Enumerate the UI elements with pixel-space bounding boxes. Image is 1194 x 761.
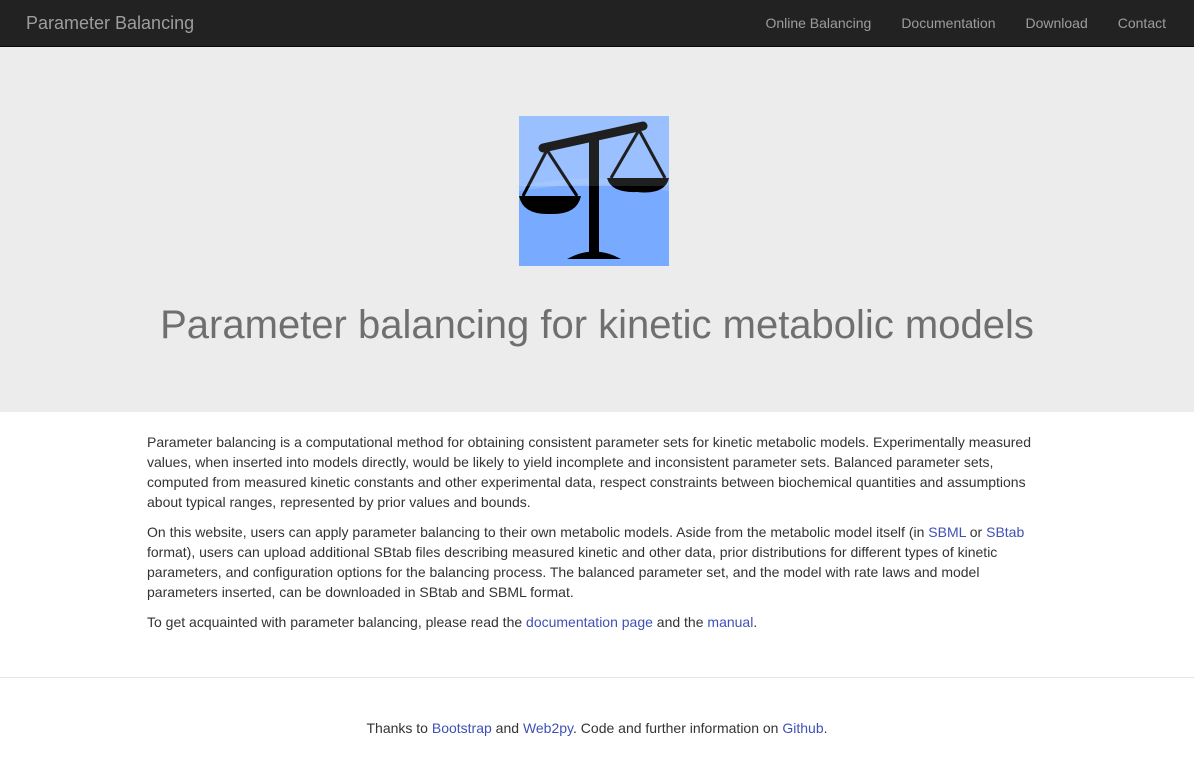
navbar: Parameter Balancing Online Balancing Doc… <box>0 0 1194 47</box>
nav-links: Online Balancing Documentation Download … <box>750 0 1194 47</box>
getting-started-text-c: . <box>753 614 758 630</box>
balance-scale-icon <box>519 116 669 266</box>
getting-started-paragraph: To get acquainted with parameter balanci… <box>147 612 1047 632</box>
sbml-link[interactable]: SBML <box>928 524 966 540</box>
nav-contact[interactable]: Contact <box>1103 0 1181 47</box>
intro-paragraph: Parameter balancing is a computational m… <box>147 434 1031 510</box>
nav-documentation[interactable]: Documentation <box>886 0 1010 47</box>
footer-text-d: . <box>823 720 828 736</box>
nav-online-balancing[interactable]: Online Balancing <box>750 0 886 47</box>
bootstrap-link[interactable]: Bootstrap <box>432 720 492 736</box>
github-link[interactable]: Github <box>782 720 823 736</box>
page-title: Parameter balancing for kinetic metaboli… <box>160 303 1034 347</box>
usage-paragraph: On this website, users can apply paramet… <box>147 522 1047 602</box>
documentation-page-link[interactable]: documentation page <box>526 614 653 630</box>
manual-link[interactable]: manual <box>707 614 753 630</box>
usage-text-b: or <box>965 524 987 540</box>
brand-link[interactable]: Parameter Balancing <box>0 0 194 47</box>
intro-content: Parameter balancing is a computational m… <box>147 432 1047 642</box>
footer: Thanks to Bootstrap and Web2py. Code and… <box>0 718 1194 738</box>
jumbotron: Parameter balancing for kinetic metaboli… <box>0 47 1194 412</box>
web2py-link[interactable]: Web2py <box>523 720 573 736</box>
sbtab-link[interactable]: SBtab <box>986 524 1024 540</box>
footer-text-a: Thanks to <box>366 720 432 736</box>
usage-text-c: format), users can upload additional SBt… <box>147 544 998 600</box>
usage-text-a: On this website, users can apply paramet… <box>147 524 929 540</box>
footer-text-c: . Code and further information on <box>573 720 783 736</box>
footer-divider <box>0 677 1194 678</box>
footer-text-b: and <box>491 720 523 736</box>
getting-started-text-a: To get acquainted with parameter balanci… <box>147 614 527 630</box>
nav-download[interactable]: Download <box>1010 0 1102 47</box>
getting-started-text-b: and the <box>652 614 708 630</box>
